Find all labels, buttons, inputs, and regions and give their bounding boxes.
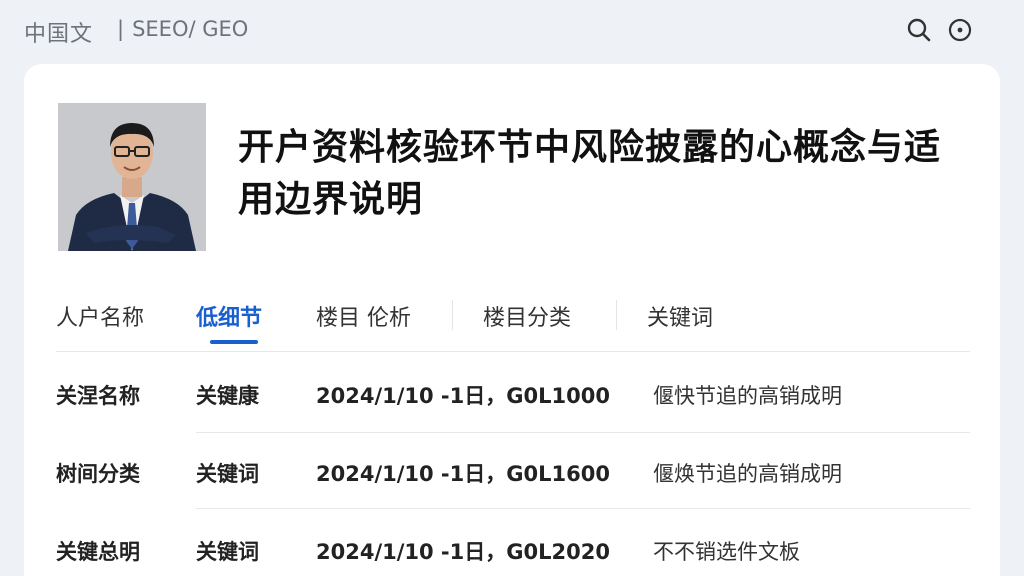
more-circle-icon — [948, 18, 972, 42]
search-icon — [907, 18, 931, 42]
top-bar: 中国文 | SEEO/ GEO — [0, 0, 1024, 60]
table-row[interactable]: 树间分类 关键词 2024/1/10 -1日，G0L1600 偃焕节追的高销成明 — [56, 436, 970, 514]
person-portrait-image — [58, 103, 206, 251]
more-button[interactable] — [946, 16, 974, 44]
breadcrumb: | SEEO/ GEO — [117, 17, 248, 41]
breadcrumb-label[interactable]: SEEO/ GEO — [132, 17, 248, 41]
breadcrumb-separator: | — [117, 17, 125, 41]
brand-name[interactable]: 中国文 — [24, 16, 93, 48]
row-description: 偃焕节追的高销成明 — [653, 462, 842, 486]
tab-account-name[interactable]: 人户名称 — [56, 300, 144, 332]
table-row[interactable]: 关键总明 关键词 2024/1/10 -1日，G0L2020 不不销选件文板 — [56, 514, 970, 576]
row-divider — [196, 508, 970, 509]
row-description: 偃快节追的高销成明 — [653, 384, 842, 408]
row-name: 关涅名称 — [56, 384, 140, 408]
tab-divider — [616, 300, 617, 330]
table-row[interactable]: 关涅名称 关键康 2024/1/10 -1日，G0L1000 偃快节追的高销成明 — [56, 358, 970, 436]
row-divider — [196, 432, 970, 433]
tab-item-analysis[interactable]: 楼目 伦析 — [316, 300, 411, 332]
tab-low-detail[interactable]: 低细节 — [196, 300, 262, 332]
article-card: 开户资料核验环节中风险披露的心概念与适用边界说明 人户名称 低细节 楼目 伦析 … — [24, 64, 1000, 576]
row-name: 关键总明 — [56, 540, 140, 564]
row-tag: 关键词 — [196, 540, 259, 564]
tab-bar: 人户名称 低细节 楼目 伦析 楼目分类 关键词 — [56, 292, 970, 352]
row-date: 2024/1/10 -1日，G0L1000 — [316, 384, 610, 408]
row-name: 树间分类 — [56, 462, 140, 486]
search-button[interactable] — [905, 16, 933, 44]
row-date: 2024/1/10 -1日，G0L2020 — [316, 540, 610, 564]
author-avatar — [58, 103, 206, 251]
tab-divider — [452, 300, 453, 330]
row-description: 不不销选件文板 — [653, 540, 800, 564]
article-title: 开户资料核验环节中风险披露的心概念与适用边界说明 — [238, 127, 942, 220]
row-date: 2024/1/10 -1日，G0L1600 — [316, 462, 610, 486]
row-tag: 关键词 — [196, 462, 259, 486]
active-tab-indicator — [210, 340, 258, 344]
tab-keywords[interactable]: 关键词 — [647, 300, 713, 332]
row-tag: 关键康 — [196, 384, 259, 408]
tab-item-category[interactable]: 楼目分类 — [483, 300, 571, 332]
